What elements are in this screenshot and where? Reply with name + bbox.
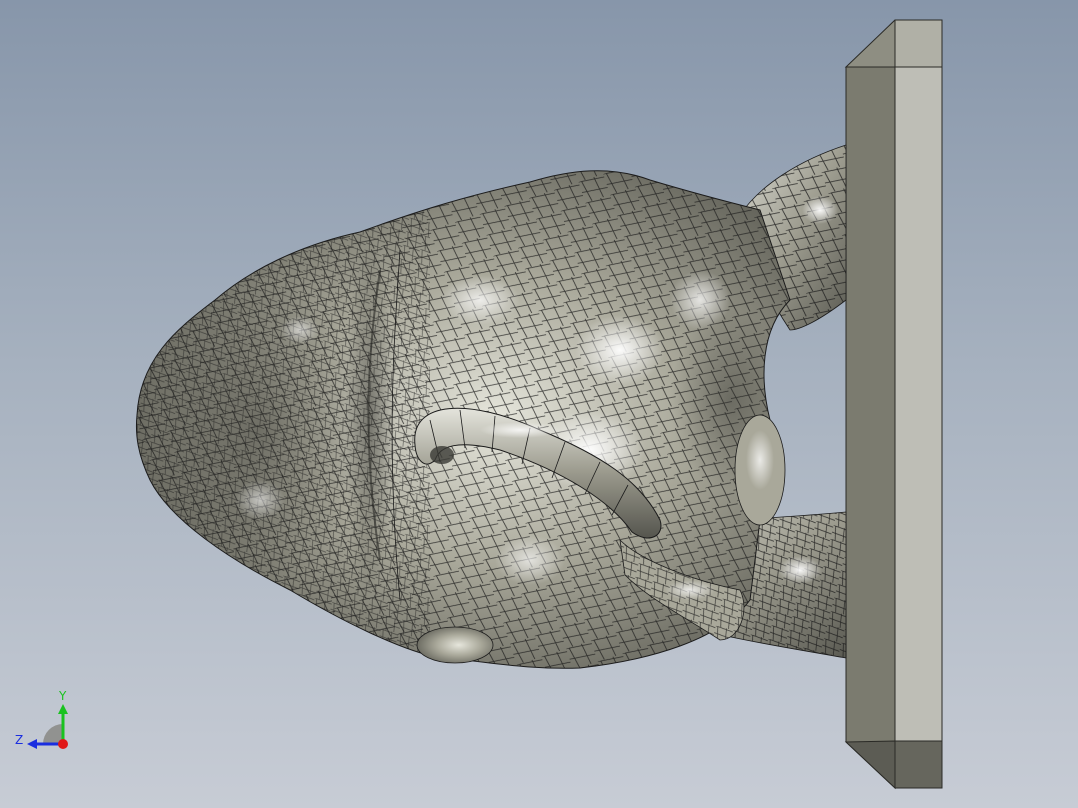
- 3d-viewport[interactable]: Y Z: [0, 0, 1078, 808]
- y-axis-label: Y: [58, 689, 67, 703]
- z-axis-label: Z: [15, 733, 23, 747]
- model-view[interactable]: [0, 0, 1078, 808]
- x-axis-icon: [58, 739, 68, 749]
- orientation-triad[interactable]: Y Z: [10, 684, 80, 754]
- base-plate[interactable]: [844, 19, 943, 790]
